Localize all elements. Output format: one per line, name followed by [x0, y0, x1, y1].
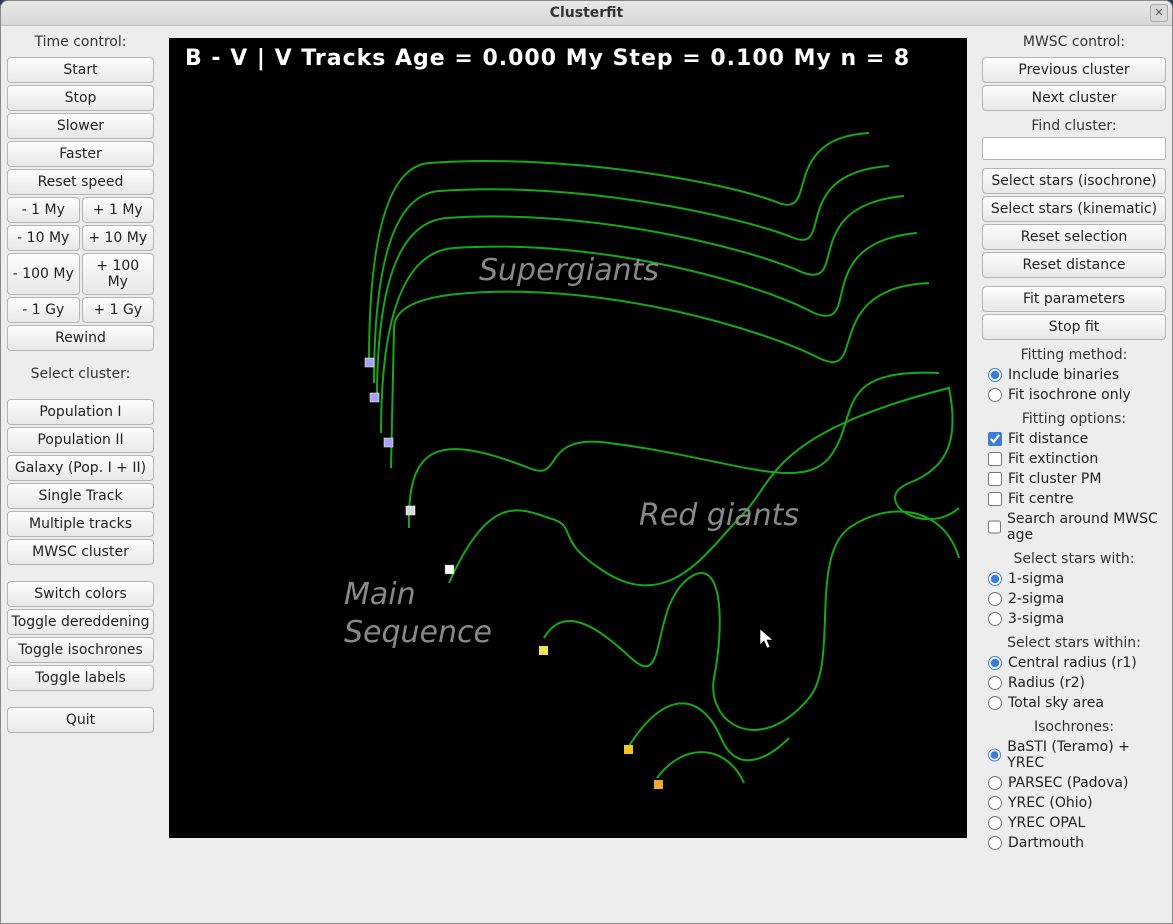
fit-isochrone-only-radio[interactable]	[988, 388, 1002, 402]
time-control-label: Time control:	[7, 30, 154, 56]
fit-distance-checkbox[interactable]	[988, 432, 1002, 446]
single-track-button[interactable]: Single Track	[7, 483, 154, 509]
rewind-button[interactable]: Rewind	[7, 325, 154, 351]
toggle-isochrones-button[interactable]: Toggle isochrones	[7, 637, 154, 663]
parsec-radio[interactable]	[988, 776, 1002, 790]
include-binaries-option[interactable]: Include binaries	[982, 365, 1166, 385]
isochrones-label: Isochrones:	[982, 713, 1166, 737]
fit-cluster-pm-checkbox[interactable]	[988, 472, 1002, 486]
fit-distance-option[interactable]: Fit distance	[982, 429, 1166, 449]
reset-distance-button[interactable]: Reset distance	[982, 252, 1166, 278]
app-window: Clusterfit ✕ Time control: Start Stop Sl…	[0, 0, 1173, 924]
yrec-ohio-radio[interactable]	[988, 796, 1002, 810]
sigma1-radio[interactable]	[988, 572, 1002, 586]
minus-1gy-button[interactable]: - 1 Gy	[7, 297, 80, 323]
fit-centre-option[interactable]: Fit centre	[982, 489, 1166, 509]
toggle-labels-button[interactable]: Toggle labels	[7, 665, 154, 691]
population-i-button[interactable]: Population I	[7, 399, 154, 425]
multiple-tracks-button[interactable]: Multiple tracks	[7, 511, 154, 537]
basti-option[interactable]: BaSTI (Teramo) + YREC	[982, 737, 1166, 773]
reset-speed-button[interactable]: Reset speed	[7, 169, 154, 195]
fitting-method-label: Fitting method:	[982, 341, 1166, 365]
stop-button[interactable]: Stop	[7, 85, 154, 111]
next-cluster-button[interactable]: Next cluster	[982, 85, 1166, 111]
galaxy-button[interactable]: Galaxy (Pop. I + II)	[7, 455, 154, 481]
yrec-ohio-option[interactable]: YREC (Ohio)	[982, 793, 1166, 813]
plus-100my-button[interactable]: + 100 My	[82, 253, 155, 295]
minus-10my-button[interactable]: - 10 My	[7, 225, 80, 251]
select-stars-isochrone-button[interactable]: Select stars (isochrone)	[982, 168, 1166, 194]
select-within-label: Select stars within:	[982, 629, 1166, 653]
central-radius-option[interactable]: Central radius (r1)	[982, 653, 1166, 673]
parsec-option[interactable]: PARSEC (Padova)	[982, 773, 1166, 793]
right-panel: MWSC control: Previous cluster Next clus…	[978, 28, 1170, 921]
yrec-opal-option[interactable]: YREC OPAL	[982, 813, 1166, 833]
plus-10my-button[interactable]: + 10 My	[82, 225, 155, 251]
search-mwsc-age-checkbox[interactable]	[988, 520, 1001, 534]
content-area: Time control: Start Stop Slower Faster R…	[1, 26, 1172, 923]
stop-fit-button[interactable]: Stop fit	[982, 314, 1166, 340]
fit-centre-checkbox[interactable]	[988, 492, 1002, 506]
radius-r2-radio[interactable]	[988, 676, 1002, 690]
switch-colors-button[interactable]: Switch colors	[7, 581, 154, 607]
quit-button[interactable]: Quit	[7, 707, 154, 733]
select-stars-with-label: Select stars with:	[982, 545, 1166, 569]
reset-selection-button[interactable]: Reset selection	[982, 224, 1166, 250]
include-binaries-radio[interactable]	[988, 368, 1002, 382]
minus-100my-button[interactable]: - 100 My	[7, 253, 80, 295]
fit-isochrone-only-option[interactable]: Fit isochrone only	[982, 385, 1166, 405]
sigma3-radio[interactable]	[988, 612, 1002, 626]
titlebar: Clusterfit ✕	[1, 1, 1172, 26]
window-title: Clusterfit	[550, 5, 624, 21]
toggle-dereddening-button[interactable]: Toggle dereddening	[7, 609, 154, 635]
fit-extinction-checkbox[interactable]	[988, 452, 1002, 466]
select-stars-kinematic-button[interactable]: Select stars (kinematic)	[982, 196, 1166, 222]
select-cluster-label: Select cluster:	[7, 352, 154, 384]
left-panel: Time control: Start Stop Slower Faster R…	[3, 28, 158, 921]
mwsc-cluster-button[interactable]: MWSC cluster	[7, 539, 154, 565]
total-sky-radio[interactable]	[988, 696, 1002, 710]
fitting-options-label: Fitting options:	[982, 405, 1166, 429]
dartmouth-option[interactable]: Dartmouth	[982, 833, 1166, 853]
total-sky-option[interactable]: Total sky area	[982, 693, 1166, 713]
sigma3-option[interactable]: 3-sigma	[982, 609, 1166, 629]
slower-button[interactable]: Slower	[7, 113, 154, 139]
faster-button[interactable]: Faster	[7, 141, 154, 167]
plus-1my-button[interactable]: + 1 My	[82, 197, 155, 223]
search-mwsc-age-option[interactable]: Search around MWSC age	[982, 509, 1166, 545]
mwsc-control-label: MWSC control:	[982, 30, 1166, 56]
dartmouth-radio[interactable]	[988, 836, 1002, 850]
central-radius-radio[interactable]	[988, 656, 1002, 670]
yrec-opal-radio[interactable]	[988, 816, 1002, 830]
plot-container: B - V | V Tracks Age = 0.000 My Step = 0…	[158, 28, 978, 921]
find-cluster-label: Find cluster:	[982, 112, 1166, 136]
sigma2-option[interactable]: 2-sigma	[982, 589, 1166, 609]
plot-area[interactable]: B - V | V Tracks Age = 0.000 My Step = 0…	[169, 38, 967, 838]
radius-r2-option[interactable]: Radius (r2)	[982, 673, 1166, 693]
fit-cluster-pm-option[interactable]: Fit cluster PM	[982, 469, 1166, 489]
fit-parameters-button[interactable]: Fit parameters	[982, 286, 1166, 312]
minus-1my-button[interactable]: - 1 My	[7, 197, 80, 223]
basti-radio[interactable]	[988, 748, 1001, 762]
sigma1-option[interactable]: 1-sigma	[982, 569, 1166, 589]
close-button[interactable]: ✕	[1150, 4, 1168, 22]
previous-cluster-button[interactable]: Previous cluster	[982, 57, 1166, 83]
tracks-svg	[169, 38, 967, 838]
start-button[interactable]: Start	[7, 57, 154, 83]
plus-1gy-button[interactable]: + 1 Gy	[82, 297, 155, 323]
fit-extinction-option[interactable]: Fit extinction	[982, 449, 1166, 469]
population-ii-button[interactable]: Population II	[7, 427, 154, 453]
sigma2-radio[interactable]	[988, 592, 1002, 606]
find-cluster-input[interactable]	[982, 137, 1166, 160]
